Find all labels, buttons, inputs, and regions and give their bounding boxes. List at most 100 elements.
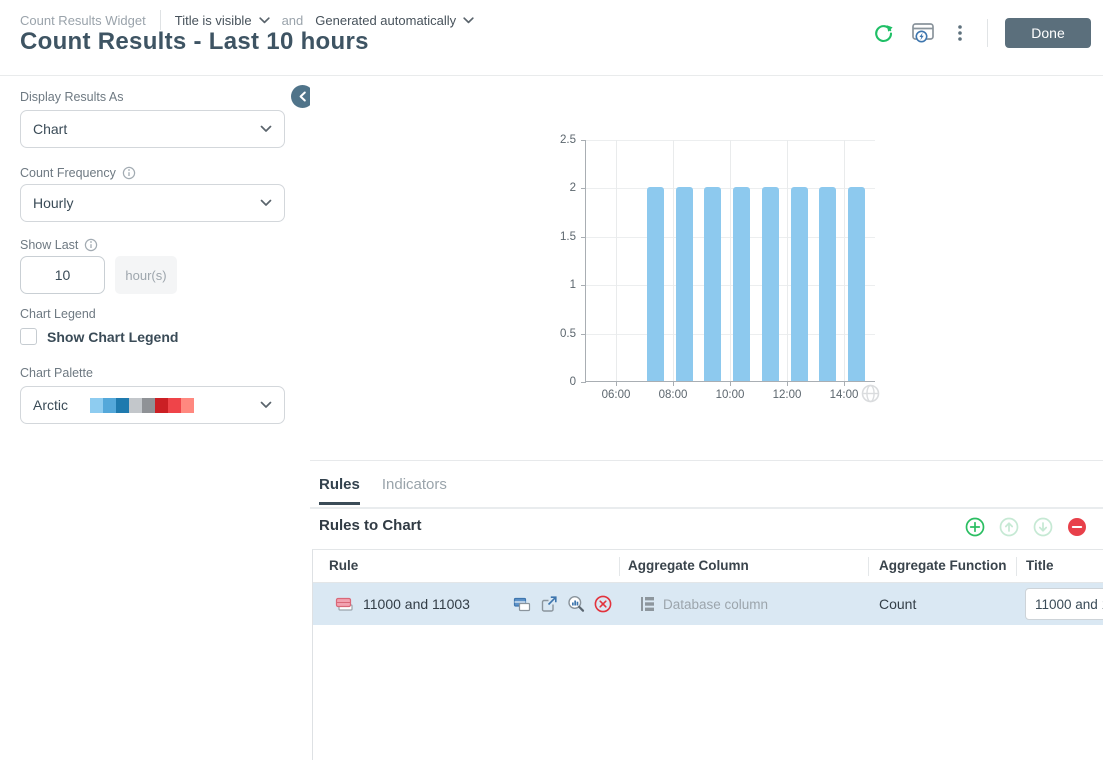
y-axis-tick bbox=[581, 188, 586, 189]
y-axis-label: 0.5 bbox=[560, 328, 576, 340]
aggregate-column-placeholder[interactable]: Database column bbox=[663, 597, 768, 612]
show-last-label: Show Last bbox=[20, 238, 98, 252]
remove-rule-button[interactable] bbox=[1065, 515, 1089, 539]
chart-palette-select[interactable]: Arctic bbox=[20, 386, 285, 424]
rule-title-input[interactable] bbox=[1025, 588, 1103, 620]
title-visibility-dropdown[interactable]: Title is visible bbox=[175, 13, 270, 28]
tab-rules[interactable]: Rules bbox=[319, 476, 360, 505]
palette-swatch bbox=[116, 398, 129, 413]
add-rule-button[interactable] bbox=[963, 515, 987, 539]
y-axis-label: 1.5 bbox=[560, 231, 576, 243]
open-rule-button[interactable] bbox=[540, 595, 558, 613]
count-frequency-label-text: Count Frequency bbox=[20, 166, 116, 180]
info-icon[interactable] bbox=[84, 238, 98, 252]
database-column-icon bbox=[639, 595, 657, 613]
chart-bar[interactable] bbox=[762, 187, 779, 381]
live-preview-button[interactable] bbox=[909, 20, 937, 46]
x-axis-label: 10:00 bbox=[716, 389, 745, 401]
breadcrumb-divider bbox=[160, 10, 161, 30]
column-header-aggregate-column: Aggregate Column bbox=[628, 558, 749, 573]
palette-swatch bbox=[129, 398, 142, 413]
y-axis-tick bbox=[581, 140, 586, 141]
y-axis-label: 1 bbox=[570, 279, 576, 291]
title-mode-dropdown[interactable]: Generated automatically bbox=[315, 13, 474, 28]
chart-palette-label: Chart Palette bbox=[20, 366, 93, 380]
chart-bar[interactable] bbox=[848, 187, 865, 381]
x-axis-tick bbox=[787, 381, 788, 386]
move-up-button[interactable] bbox=[997, 515, 1021, 539]
y-axis-tick bbox=[581, 334, 586, 335]
show-chart-legend-label: Show Chart Legend bbox=[47, 329, 178, 345]
duplicate-icon bbox=[513, 595, 531, 613]
move-up-icon bbox=[999, 517, 1019, 537]
bar-chart[interactable]: 00.511.522.506:0008:0010:0012:0014:00 bbox=[585, 140, 875, 382]
chevron-down-icon bbox=[260, 401, 272, 409]
column-header-aggregate-function: Aggregate Function bbox=[879, 558, 1007, 573]
external-link-icon bbox=[540, 595, 558, 613]
chart-bar[interactable] bbox=[733, 187, 750, 381]
table-row[interactable]: 11000 and 11003 bbox=[313, 583, 1103, 625]
display-results-as-select[interactable]: Chart bbox=[20, 110, 285, 148]
chart-bar[interactable] bbox=[819, 187, 836, 381]
page-title: Count Results - Last 10 hours bbox=[20, 28, 369, 56]
x-axis-tick bbox=[673, 381, 674, 386]
y-axis-label: 2 bbox=[570, 182, 576, 194]
chart-palette-value: Arctic bbox=[33, 397, 68, 413]
delete-rule-button[interactable] bbox=[594, 595, 612, 613]
title-mode-label: Generated automatically bbox=[315, 13, 456, 28]
live-preview-icon bbox=[911, 22, 935, 44]
rule-name: 11000 and 11003 bbox=[363, 596, 470, 612]
palette-swatch bbox=[142, 398, 155, 413]
remove-icon bbox=[1067, 517, 1087, 537]
x-gridline bbox=[616, 140, 617, 381]
x-axis-tick bbox=[730, 381, 731, 386]
done-button[interactable]: Done bbox=[1005, 18, 1091, 48]
actions-divider bbox=[987, 19, 988, 47]
refresh-icon bbox=[873, 23, 894, 44]
display-results-as-label: Display Results As bbox=[20, 90, 124, 104]
info-icon[interactable] bbox=[122, 166, 136, 180]
rules-to-chart-title: Rules to Chart bbox=[319, 517, 422, 534]
show-last-label-text: Show Last bbox=[20, 238, 78, 252]
show-chart-legend-option[interactable]: Show Chart Legend bbox=[20, 328, 178, 345]
chart-bar[interactable] bbox=[704, 187, 721, 381]
tabs-underline bbox=[310, 507, 1103, 509]
aggregate-function-value[interactable]: Count bbox=[879, 596, 916, 612]
display-results-as-value: Chart bbox=[33, 121, 67, 137]
y-axis-tick bbox=[581, 285, 586, 286]
chart-bar[interactable] bbox=[647, 187, 664, 381]
search-chart-icon bbox=[567, 595, 585, 613]
duplicate-rule-button[interactable] bbox=[513, 595, 531, 613]
rules-panel: Rules Indicators Rules to Chart bbox=[310, 460, 1103, 777]
delete-icon bbox=[594, 595, 612, 613]
chevron-down-icon bbox=[259, 17, 270, 24]
palette-swatch bbox=[103, 398, 116, 413]
chart-panel: 00.511.522.506:0008:0010:0012:0014:00 bbox=[310, 76, 1103, 460]
move-down-icon bbox=[1033, 517, 1053, 537]
chart-bar[interactable] bbox=[791, 187, 808, 381]
x-gridline bbox=[787, 140, 788, 381]
rule-actions bbox=[513, 595, 612, 613]
column-separator bbox=[619, 557, 620, 576]
show-last-unit: hour(s) bbox=[115, 256, 177, 294]
show-chart-legend-checkbox[interactable] bbox=[20, 328, 37, 345]
rules-table: Rule Aggregate Column Aggregate Function… bbox=[312, 549, 1103, 760]
tab-indicators[interactable]: Indicators bbox=[382, 476, 447, 505]
column-separator bbox=[868, 557, 869, 576]
show-last-input[interactable] bbox=[20, 256, 105, 294]
preview-rule-button[interactable] bbox=[567, 595, 585, 613]
x-axis-label: 08:00 bbox=[659, 389, 688, 401]
count-frequency-select[interactable]: Hourly bbox=[20, 184, 285, 222]
y-axis-tick bbox=[581, 382, 586, 383]
breadcrumb: Count Results Widget bbox=[20, 13, 146, 28]
header-actions: Done bbox=[871, 18, 1091, 48]
chart-bar[interactable] bbox=[676, 187, 693, 381]
move-down-button[interactable] bbox=[1031, 515, 1055, 539]
more-options-button[interactable] bbox=[950, 22, 970, 44]
x-axis-label: 12:00 bbox=[773, 389, 802, 401]
x-axis-tick bbox=[844, 381, 845, 386]
x-axis-tick bbox=[616, 381, 617, 386]
globe-icon bbox=[861, 384, 880, 403]
refresh-button[interactable] bbox=[871, 21, 896, 46]
rule-icon bbox=[335, 596, 354, 612]
